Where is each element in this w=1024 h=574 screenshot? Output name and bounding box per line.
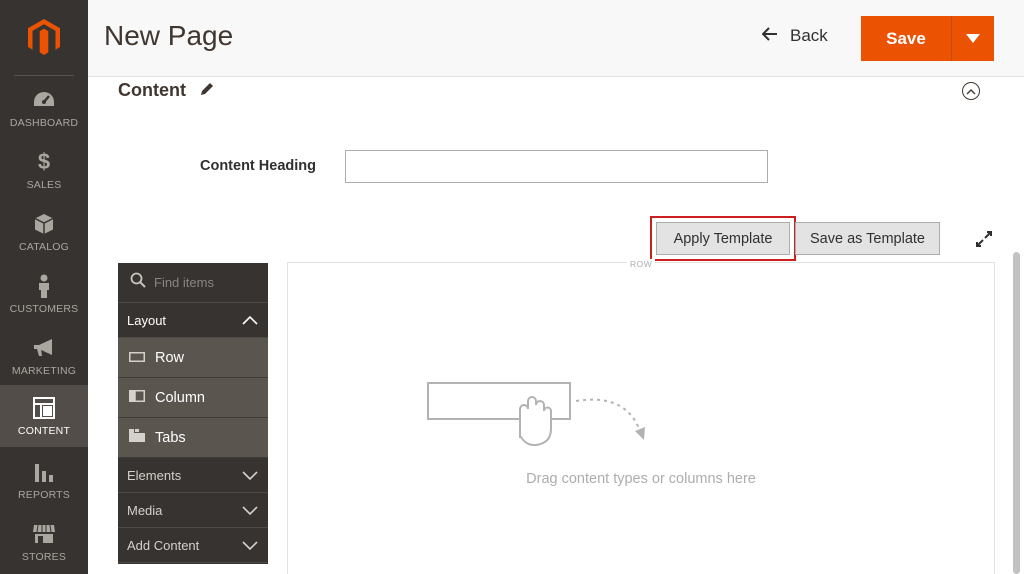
content-heading-input[interactable]	[345, 150, 768, 183]
arrow-left-icon	[761, 26, 778, 46]
store-icon	[32, 522, 56, 546]
dollar-icon: $	[37, 148, 51, 174]
column-icon	[129, 389, 145, 406]
chevron-down-icon	[242, 538, 258, 553]
sidebar-label: SALES	[26, 178, 62, 191]
group-layout[interactable]: Layout	[118, 303, 268, 338]
box-icon	[32, 212, 56, 236]
group-elements[interactable]: Elements	[118, 458, 268, 493]
sidebar-item-content[interactable]: CONTENT	[0, 385, 88, 447]
layout-item-label: Tabs	[155, 429, 186, 446]
sidebar-item-catalog[interactable]: CATALOG	[0, 201, 88, 263]
caret-down-icon	[966, 30, 980, 48]
admin-sidebar: DASHBOARD $ SALES CATALOG CUSTOMERS MARK…	[0, 0, 88, 574]
content-heading-label: Content Heading	[200, 158, 316, 174]
group-add-content[interactable]: Add Content	[118, 528, 268, 563]
back-button[interactable]: Back	[761, 26, 828, 46]
pagebuilder-panel: Layout Row Column Tabs Elements Media	[118, 263, 268, 564]
page-scrollbar[interactable]	[1013, 252, 1020, 574]
layout-item-row[interactable]: Row	[118, 338, 268, 378]
page-header: New Page Back Save	[88, 0, 1024, 77]
sidebar-item-marketing[interactable]: MARKETING	[0, 325, 88, 387]
magento-logo[interactable]	[0, 0, 88, 76]
back-label: Back	[790, 26, 828, 45]
group-media[interactable]: Media	[118, 493, 268, 528]
sidebar-label: REPORTS	[18, 488, 70, 501]
sidebar-item-reports[interactable]: REPORTS	[0, 449, 88, 511]
section-title: Content	[118, 80, 186, 100]
chevron-up-icon	[242, 313, 258, 328]
save-split-button: Save	[861, 16, 994, 61]
group-label: Media	[127, 502, 163, 518]
sidebar-label: CONTENT	[17, 424, 71, 437]
megaphone-icon	[32, 336, 56, 360]
sidebar-item-dashboard[interactable]: DASHBOARD	[0, 77, 88, 139]
row-label: ROW	[627, 259, 656, 269]
group-label: Add Content	[127, 537, 200, 553]
group-label: Layout	[127, 312, 167, 328]
save-dropdown-toggle[interactable]	[952, 16, 994, 61]
group-label: Elements	[127, 467, 182, 483]
layout-item-column[interactable]: Column	[118, 378, 268, 418]
section-collapse-button[interactable]	[962, 82, 980, 100]
sidebar-item-customers[interactable]: CUSTOMERS	[0, 263, 88, 325]
chevron-up-icon	[966, 82, 976, 100]
tabs-icon	[129, 429, 145, 446]
chevron-down-icon	[242, 468, 258, 483]
drop-zone-hint: Drag content types or columns here	[526, 471, 756, 487]
bar-chart-icon	[32, 460, 56, 484]
drag-hand-illustration-icon	[426, 379, 656, 464]
page-title: New Page	[104, 20, 234, 51]
save-button[interactable]: Save	[861, 16, 952, 61]
sidebar-item-sales[interactable]: $ SALES	[0, 139, 88, 201]
logo-divider	[14, 75, 74, 76]
search-icon	[130, 272, 146, 293]
apply-template-button[interactable]: Apply Template	[656, 222, 790, 255]
sidebar-label: STORES	[21, 550, 67, 563]
person-icon	[32, 274, 56, 298]
sidebar-label: CATALOG	[18, 240, 70, 253]
layout-icon	[32, 396, 56, 420]
pencil-icon[interactable]	[200, 80, 214, 101]
chevron-down-icon	[242, 503, 258, 518]
fullscreen-icon[interactable]	[974, 229, 994, 249]
sidebar-label: CUSTOMERS	[9, 302, 79, 315]
layout-item-label: Column	[155, 389, 205, 406]
save-as-template-button[interactable]: Save as Template	[795, 222, 940, 255]
layout-item-tabs[interactable]: Tabs	[118, 418, 268, 458]
row-icon	[129, 350, 145, 366]
dashboard-icon	[32, 88, 56, 112]
sidebar-label: MARKETING	[11, 364, 77, 377]
pagebuilder-stage[interactable]: ROW Drag content types or columns here	[287, 259, 995, 574]
find-items-input[interactable]	[154, 275, 264, 290]
pagebuilder-search	[118, 263, 268, 303]
sidebar-label: DASHBOARD	[9, 116, 79, 129]
layout-item-label: Row	[155, 349, 185, 366]
sidebar-item-stores[interactable]: STORES	[0, 511, 88, 573]
content-section-header[interactable]: Content	[118, 80, 214, 101]
